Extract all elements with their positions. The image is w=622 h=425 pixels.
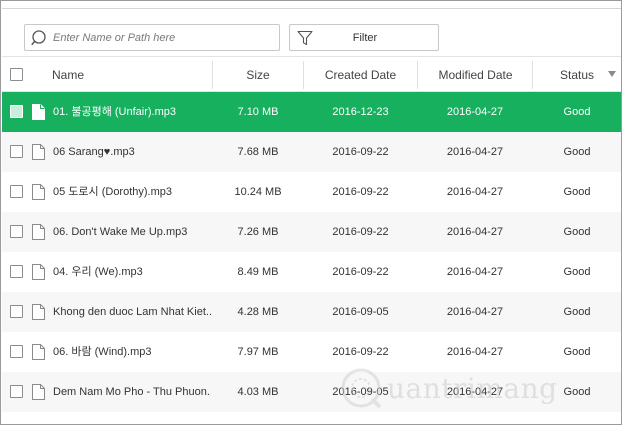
- file-size: 8.49 MB: [237, 266, 279, 278]
- row-checkbox[interactable]: [10, 305, 23, 318]
- file-icon: [32, 184, 45, 200]
- row-checkbox[interactable]: [10, 105, 23, 118]
- file-name: 01. 불공평해 (Unfair).mp3: [53, 106, 177, 118]
- filter-button[interactable]: Filter: [289, 24, 439, 51]
- search-input[interactable]: [53, 28, 273, 47]
- status-text: Good: [563, 266, 591, 278]
- modified-date: 2016-04-27: [446, 306, 504, 318]
- file-icon: [32, 264, 45, 280]
- toolbar-divider: [2, 8, 621, 9]
- file-icon: [32, 304, 45, 320]
- file-icon: [32, 344, 45, 360]
- file-list-window: Filter Name Size Created Date Modified D…: [0, 0, 622, 425]
- created-date: 2016-09-22: [332, 146, 389, 158]
- row-checkbox[interactable]: [10, 345, 23, 358]
- file-name: 06 Sarang♥.mp3: [53, 146, 135, 158]
- file-icon: [32, 144, 45, 160]
- file-size: 10.24 MB: [234, 186, 282, 198]
- sort-arrow-icon[interactable]: [608, 71, 616, 77]
- modified-date: 2016-04-27: [446, 106, 504, 118]
- created-date: 2016-09-05: [332, 306, 389, 318]
- status-text: Good: [563, 226, 591, 238]
- file-icon: [32, 104, 45, 120]
- toolbar: Filter: [2, 2, 621, 57]
- file-name: Khong den duoc Lam Nhat Kiet...: [53, 306, 211, 318]
- file-icon: [32, 224, 45, 240]
- select-all-checkbox[interactable]: [10, 68, 23, 81]
- table-row[interactable]: 06. Don't Wake Me Up.mp3 7.26 MB 2016-09-2…: [2, 212, 621, 252]
- row-checkbox[interactable]: [10, 225, 23, 238]
- file-name: Dem Nam Mo Pho - Thu Phuon...: [53, 386, 211, 398]
- row-checkbox[interactable]: [10, 145, 23, 158]
- table-row[interactable]: Khong den duoc Lam Nhat Kiet... 4.28 MB 20…: [2, 292, 621, 332]
- column-header-modified-date[interactable]: Modified Date: [418, 58, 533, 92]
- column-header-name[interactable]: Name: [52, 58, 84, 92]
- modified-date: 2016-04-27: [446, 146, 504, 158]
- search-box[interactable]: [24, 24, 280, 51]
- row-checkbox[interactable]: [10, 185, 23, 198]
- status-text: Good: [563, 106, 591, 118]
- file-name: 04. 우리 (We).mp3: [53, 266, 143, 278]
- status-text: Good: [563, 346, 591, 358]
- table-row[interactable]: Dem Nam Mo Pho - Thu Phuon... 4.03 MB 2016…: [2, 372, 621, 412]
- file-size: 4.03 MB: [237, 386, 279, 398]
- modified-date: 2016-04-27: [446, 386, 504, 398]
- table-row[interactable]: 01. 불공평해 (Unfair).mp3 7.10 MB 2016-12-23 20…: [2, 92, 621, 132]
- file-size: 7.68 MB: [237, 146, 279, 158]
- table-header: Name Size Created Date Modified Date Sta…: [2, 58, 621, 92]
- created-date: 2016-09-22: [332, 266, 389, 278]
- table-row[interactable]: 06. 바람 (Wind).mp3 7.97 MB 2016-09-22 2016-0…: [2, 332, 621, 372]
- table-row[interactable]: 05 도로시 (Dorothy).mp3 10.24 MB 2016-09-22 20…: [2, 172, 621, 212]
- status-text: Good: [563, 386, 591, 398]
- search-icon: [31, 29, 49, 47]
- file-name: 06. 바람 (Wind).mp3: [53, 346, 152, 358]
- status-text: Good: [563, 186, 591, 198]
- modified-date: 2016-04-27: [446, 226, 504, 238]
- column-header-created-date[interactable]: Created Date: [304, 58, 417, 92]
- table-row[interactable]: 06 Sarang♥.mp3 7.68 MB 2016-09-22 2016-04-2…: [2, 132, 621, 172]
- table-row[interactable]: 04. 우리 (We).mp3 8.49 MB 2016-09-22 2016-04-…: [2, 252, 621, 292]
- file-size: 7.26 MB: [237, 226, 279, 238]
- column-header-size[interactable]: Size: [213, 58, 303, 92]
- modified-date: 2016-04-27: [446, 346, 504, 358]
- filter-button-label: Filter: [352, 32, 378, 44]
- row-checkbox[interactable]: [10, 385, 23, 398]
- created-date: 2016-09-22: [332, 226, 389, 238]
- file-size: 7.10 MB: [237, 106, 279, 118]
- created-date: 2016-09-22: [332, 186, 389, 198]
- created-date: 2016-12-23: [332, 106, 389, 118]
- row-checkbox[interactable]: [10, 265, 23, 278]
- modified-date: 2016-04-27: [446, 186, 504, 198]
- file-name: 06. Don't Wake Me Up.mp3: [53, 226, 188, 238]
- created-date: 2016-09-22: [332, 346, 389, 358]
- modified-date: 2016-04-27: [446, 266, 504, 278]
- created-date: 2016-09-05: [332, 386, 389, 398]
- file-size: 4.28 MB: [237, 306, 279, 318]
- status-text: Good: [563, 306, 591, 318]
- file-icon: [32, 384, 45, 400]
- file-name: 05 도로시 (Dorothy).mp3: [53, 186, 173, 198]
- file-size: 7.97 MB: [237, 346, 279, 358]
- status-text: Good: [563, 146, 591, 158]
